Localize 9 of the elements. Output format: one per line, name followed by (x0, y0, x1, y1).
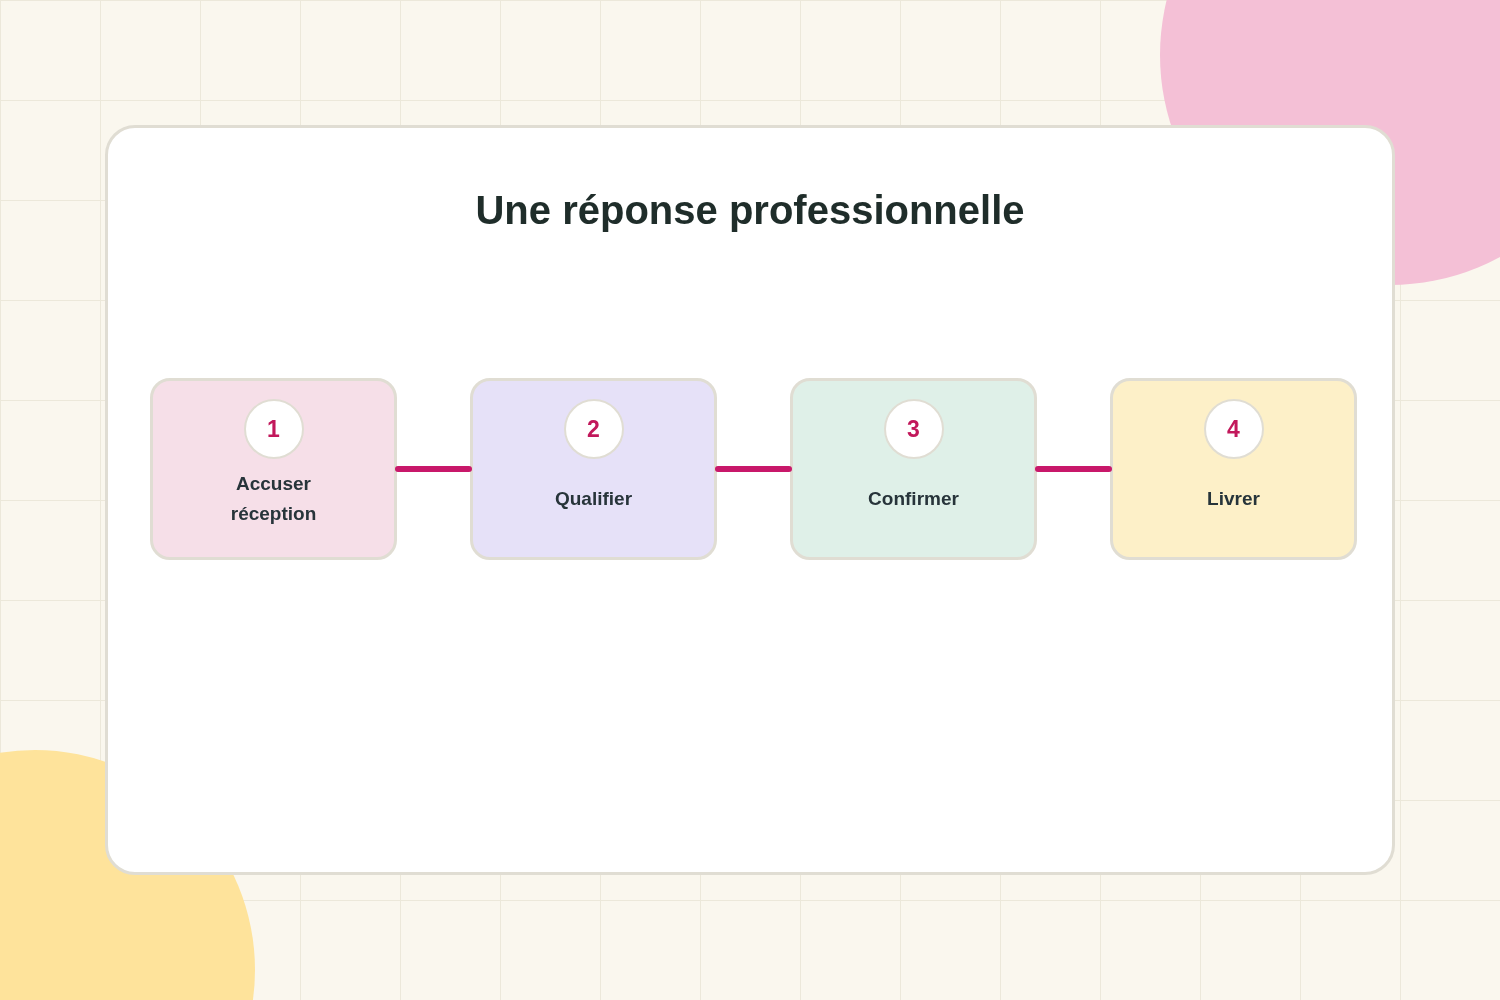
step-number: 4 (1203, 399, 1264, 459)
step-label: Confirmer (867, 487, 960, 511)
step-label: Accuser réception (229, 472, 318, 526)
step-number: 1 (243, 399, 304, 459)
step-label: Qualifier (553, 487, 634, 511)
step-number: 3 (883, 399, 944, 459)
step-number: 2 (563, 399, 624, 459)
slide-title: Une réponse professionnelle (474, 187, 1026, 234)
step-label: Livrer (1206, 487, 1261, 511)
